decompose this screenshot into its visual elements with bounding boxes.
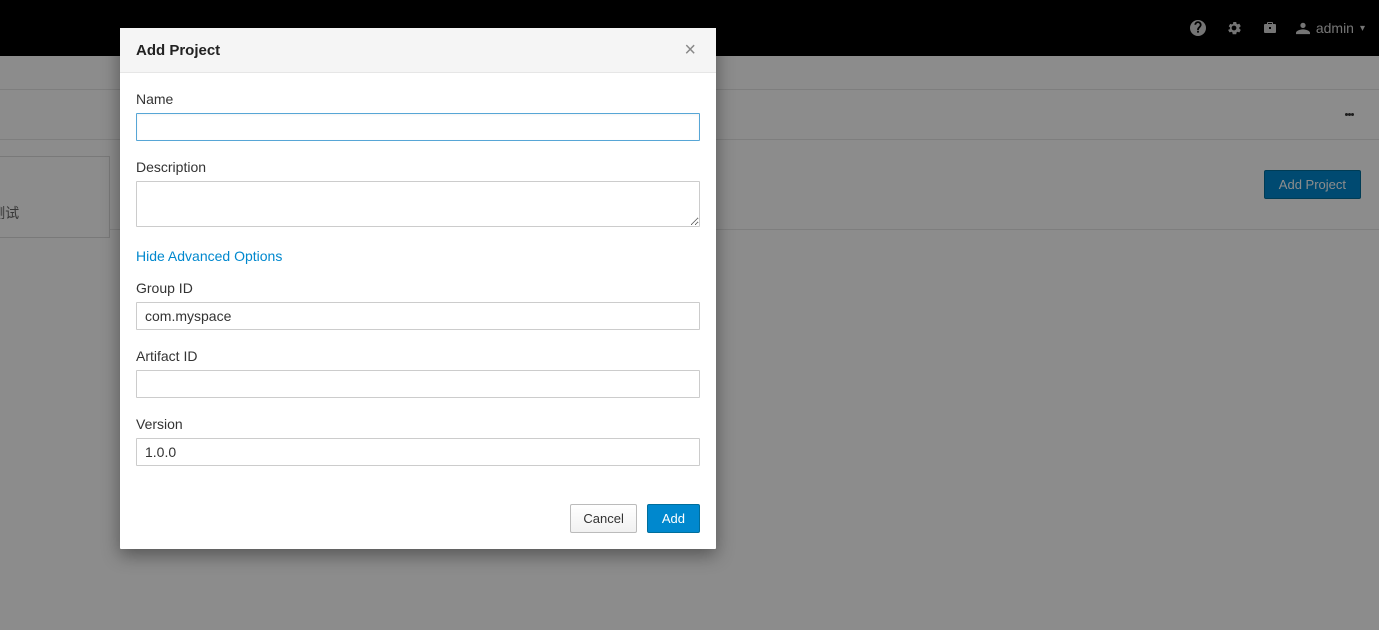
add-button[interactable]: Add [647,504,700,533]
name-input[interactable] [136,113,700,141]
version-label: Version [136,416,700,432]
modal-body: Name Description Hide Advanced Options G… [120,73,716,490]
advanced-options-link[interactable]: Hide Advanced Options [136,248,282,264]
cancel-button[interactable]: Cancel [570,504,636,533]
artifact-id-label: Artifact ID [136,348,700,364]
name-label: Name [136,91,700,107]
group-id-input[interactable] [136,302,700,330]
add-project-modal: Add Project × Name Description Hide Adva… [120,28,716,549]
modal-header: Add Project × [120,28,716,73]
close-icon[interactable]: × [680,40,700,60]
description-textarea[interactable] [136,181,700,227]
group-id-label: Group ID [136,280,700,296]
artifact-id-input[interactable] [136,370,700,398]
modal-footer: Cancel Add [120,490,716,549]
version-input[interactable] [136,438,700,466]
description-label: Description [136,159,700,175]
modal-title: Add Project [136,42,220,59]
